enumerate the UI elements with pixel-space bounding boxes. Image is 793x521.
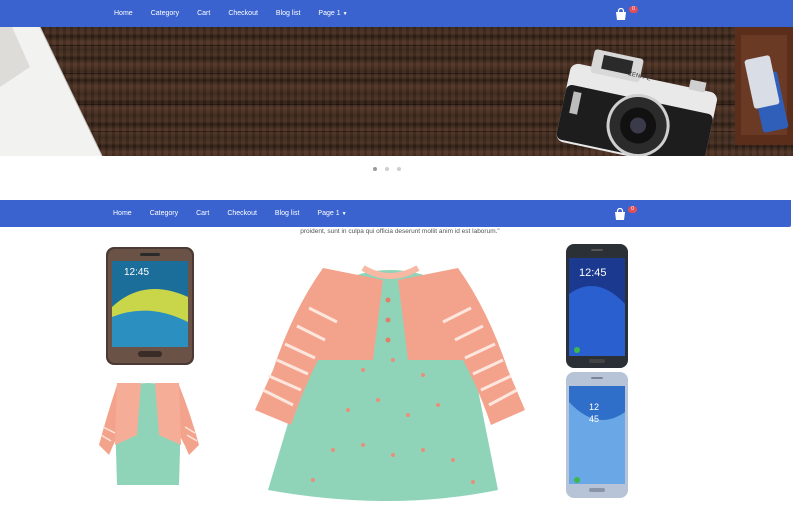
shopping-bag-icon [615,208,625,220]
carousel-dot-3[interactable] [397,167,401,171]
nav-home-link[interactable]: Home [114,10,133,17]
sticky-nav-blog-list-link[interactable]: Blog list [275,210,300,217]
product-thumb-samsung-silver[interactable]: 12 45 [565,372,629,498]
sticky-nav-page-label: Page 1 [317,210,340,217]
carousel-dot-2[interactable] [385,167,389,171]
product-main-image-baby-dress [255,265,525,501]
nav-page-label: Page 1 [318,10,341,17]
nav-cart-link[interactable]: Cart [197,10,210,17]
product-thumb-samsung-black[interactable]: 12:45 [565,244,629,368]
product-thumb-samsung-brown[interactable]: 12:45 [104,247,196,365]
sticky-nav-checkout-link[interactable]: Checkout [227,210,257,217]
svg-text:12:45: 12:45 [124,267,149,278]
nav-page-dropdown[interactable]: Page 1 ▼ [318,10,347,17]
hero-image: ZENIT-E [0,27,793,156]
carousel-dot-1[interactable] [373,167,377,171]
product-thumb-baby-dress[interactable] [97,375,200,493]
shopping-bag-icon [616,8,626,20]
nav-links: Home Category Cart Checkout Blog list Pa… [114,0,366,27]
svg-text:12: 12 [589,402,599,412]
product-description-text: proident, sunt in culpa qui officia dese… [300,228,500,235]
nav-blog-list-link[interactable]: Blog list [276,10,301,17]
caret-down-icon: ▼ [341,211,347,217]
sticky-cart-button[interactable]: 0 [613,206,637,222]
sticky-nav-cart-link[interactable]: Cart [196,210,209,217]
cart-button[interactable]: 0 [614,6,638,22]
nav-checkout-link[interactable]: Checkout [228,10,258,17]
cart-count-badge: 0 [629,6,638,13]
sticky-nav-home-link[interactable]: Home [113,210,132,217]
sticky-nav-page-dropdown[interactable]: Page 1 ▼ [317,210,346,217]
sticky-navbar: Home Category Cart Checkout Blog list Pa… [0,200,791,227]
carousel-indicators [373,167,401,171]
sticky-cart-count-badge: 0 [628,206,637,213]
caret-down-icon: ▼ [342,11,348,17]
sticky-nav-category-link[interactable]: Category [150,210,178,217]
nav-category-link[interactable]: Category [151,10,179,17]
top-navbar: Home Category Cart Checkout Blog list Pa… [0,0,793,27]
hero-carousel-slide: ZENIT-E [0,27,793,156]
svg-text:12:45: 12:45 [579,267,607,279]
sticky-nav-links: Home Category Cart Checkout Blog list Pa… [113,200,365,227]
svg-text:45: 45 [589,414,599,424]
